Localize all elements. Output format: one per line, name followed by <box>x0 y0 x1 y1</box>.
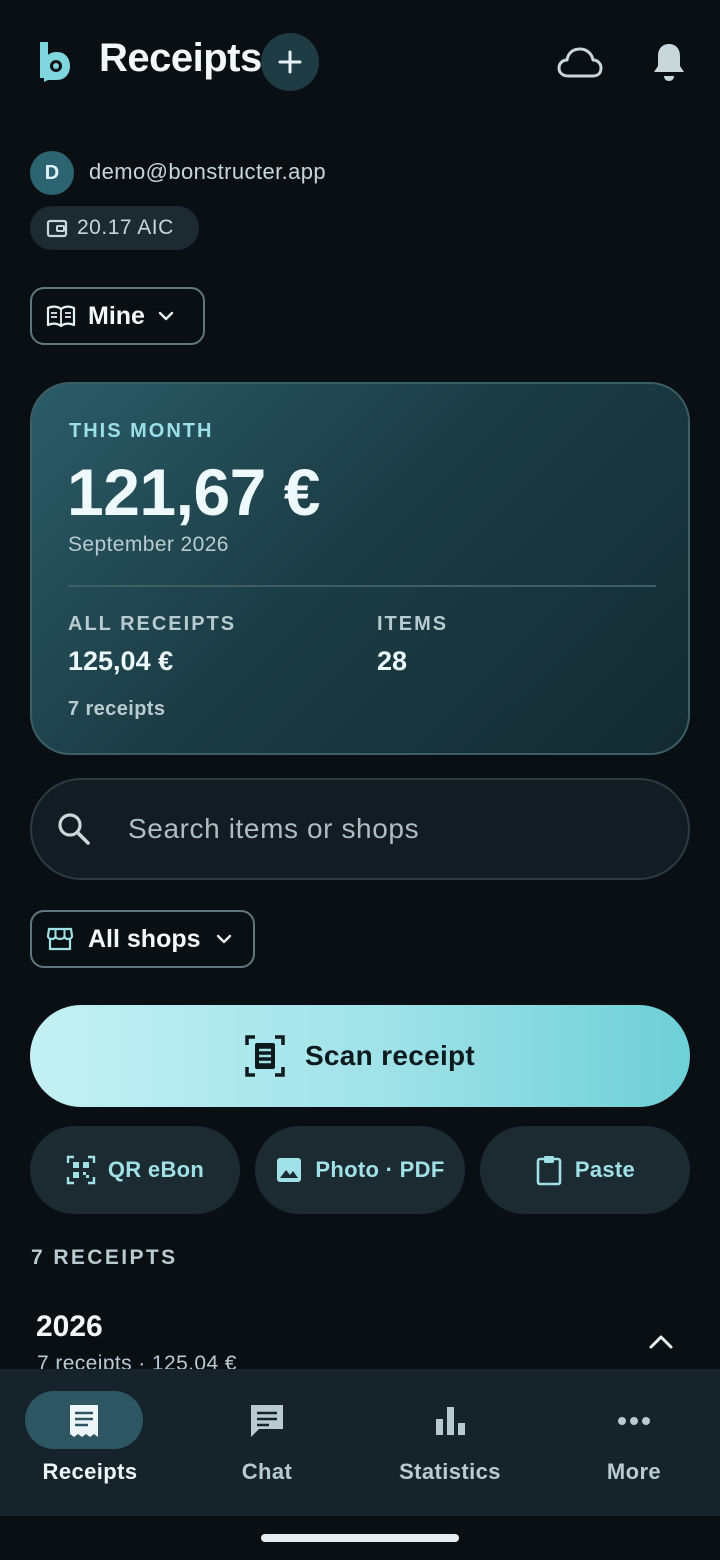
scan-receipt-label: Scan receipt <box>304 1040 476 1071</box>
paste-label: Paste <box>574 1157 636 1182</box>
chevron-down-icon <box>158 311 174 321</box>
nav-item-receipts[interactable]: Receipts <box>0 1369 180 1516</box>
receipt-icon <box>70 1405 98 1437</box>
nav-item-chat[interactable]: Chat <box>177 1369 357 1516</box>
clipboard-icon <box>536 1156 562 1186</box>
all-receipts-label: ALL RECEIPTS <box>68 613 237 635</box>
account-email: demo@bonstructer.app <box>89 159 327 184</box>
chevron-down-icon <box>216 934 231 944</box>
month-label: September 2026 <box>68 533 229 556</box>
this-month-label: THIS MONTH <box>69 420 214 442</box>
add-receipt-button[interactable] <box>261 33 319 91</box>
monthly-summary-card[interactable]: THIS MONTH 121,67 € September 2026 ALL R… <box>30 382 690 755</box>
receipts-section-title: 7 RECEIPTS <box>31 1246 178 1269</box>
shop-filter-dropdown[interactable]: All shops <box>30 910 255 968</box>
shop-filter-label: All shops <box>88 924 201 953</box>
nav-label-statistics: Statistics <box>399 1459 501 1484</box>
receipts-count: 7 receipts <box>68 698 166 720</box>
plus-icon <box>278 50 302 74</box>
this-month-total: 121,67 € <box>67 455 320 529</box>
search-placeholder: Search items or shops <box>128 813 420 844</box>
qr-ebon-button[interactable]: QR eBon <box>30 1126 240 1214</box>
year-group-title[interactable]: 2026 <box>36 1310 103 1344</box>
store-icon <box>46 927 74 951</box>
bottom-navigation: Receipts Chat Statistics More <box>0 1369 720 1516</box>
items-label: ITEMS <box>377 613 449 635</box>
search-icon <box>58 813 90 845</box>
all-receipts-total: 125,04 € <box>68 646 174 676</box>
scan-receipt-button[interactable]: Scan receipt <box>30 1005 690 1107</box>
paste-button[interactable]: Paste <box>480 1126 690 1214</box>
items-count: 28 <box>377 646 408 676</box>
credits-badge[interactable]: 20.17 AIC <box>30 206 199 250</box>
nav-item-statistics[interactable]: Statistics <box>360 1369 540 1516</box>
nav-label-more: More <box>606 1459 662 1484</box>
photo-pdf-button[interactable]: Photo · PDF <box>255 1126 465 1214</box>
search-input[interactable]: Search items or shops <box>30 778 690 880</box>
chevron-up-icon[interactable] <box>646 1330 676 1354</box>
book-filter-label: Mine <box>88 301 145 330</box>
page-title: Receipts <box>99 36 262 80</box>
nav-item-more[interactable]: More <box>544 1369 720 1516</box>
bell-icon[interactable] <box>650 40 688 84</box>
nav-label-chat: Chat <box>241 1459 293 1484</box>
qr-code-icon <box>66 1155 96 1185</box>
photo-pdf-label: Photo · PDF <box>315 1157 445 1182</box>
bar-chart-icon <box>436 1407 465 1435</box>
avatar[interactable]: D <box>30 151 74 195</box>
more-horizontal-icon <box>618 1417 650 1425</box>
app-logo-icon <box>40 42 70 82</box>
chat-icon <box>251 1405 283 1437</box>
document-scanner-icon <box>245 1035 285 1077</box>
credits-value: 20.17 AIC <box>77 216 174 239</box>
qr-ebon-label: QR eBon <box>107 1157 205 1182</box>
nav-label-receipts: Receipts <box>42 1459 138 1484</box>
wallet-icon <box>46 219 68 238</box>
image-icon <box>277 1158 302 1182</box>
book-open-icon <box>46 305 76 328</box>
home-indicator[interactable] <box>261 1534 459 1542</box>
card-divider <box>68 585 656 587</box>
book-filter-dropdown[interactable]: Mine <box>30 287 205 345</box>
cloud-icon[interactable] <box>556 44 604 80</box>
